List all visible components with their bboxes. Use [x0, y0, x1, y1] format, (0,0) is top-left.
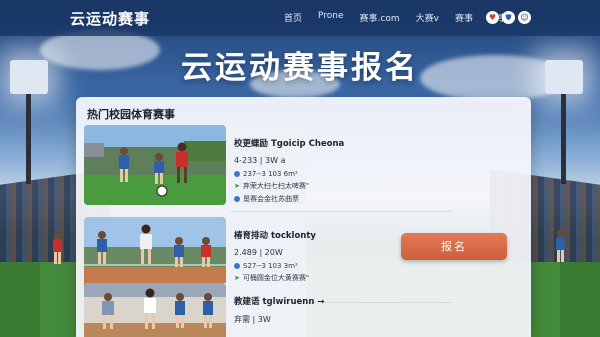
event-card-1[interactable]: 校更蝶励 Tgoicip Cheona 4-233 | 3W a 237--3 …: [84, 125, 344, 205]
event-date: 4-233 | 3W a: [234, 156, 286, 165]
event-extra: 垦赛会金社苏曲票: [234, 194, 374, 204]
event-name: 校更蝶励 Tgoicip Cheona: [234, 139, 345, 149]
event-card-3[interactable]: 教建语 tglwiruenn → 弃需 | 3W: [84, 283, 325, 337]
hero-title: 云运动赛事报名: [181, 50, 419, 86]
nav-link-contest[interactable]: 大赛v: [416, 11, 439, 24]
event-date: 弃需 | 3W: [234, 315, 271, 324]
nav-link-prone[interactable]: Prone: [318, 11, 344, 24]
event-name: 教建语 tglwiruenn →: [234, 297, 325, 307]
event-image-basketball: [84, 283, 226, 337]
event-info-3: 教建语 tglwiruenn → 弃需 | 3W: [234, 295, 374, 325]
event-info-2: 椿育排动 tocklonty 2.489 | 20W S27--3 103 3m…: [234, 229, 374, 283]
location-icon: [234, 171, 240, 177]
arrow-right-icon[interactable]: →: [317, 297, 324, 307]
arrow-icon: ➤: [234, 182, 240, 190]
event-location: S27--3 103 3m²: [234, 262, 374, 270]
panel-title: 热门校园体育赛事: [87, 108, 175, 121]
heart-icon[interactable]: ♥: [486, 11, 499, 24]
event-date: 2.489 | 20W: [234, 248, 283, 257]
info-icon: [234, 196, 240, 202]
location-icon: [234, 263, 240, 269]
event-image-soccer: [84, 125, 226, 205]
events-panel: 热门校园体育赛事 校更蝶励 Tgoicip Cheona 4-233 | 3W …: [76, 97, 531, 337]
top-nav: 云运动赛事 首页 Prone 赛事.com 大赛v 赛事 赛事 ♥ ⛊ ☺: [0, 0, 600, 36]
nav-link-home[interactable]: 首页: [284, 11, 302, 24]
arrow-icon: ➤: [234, 274, 240, 282]
user-icon[interactable]: ☺: [518, 11, 531, 24]
event-info-1: 校更蝶励 Tgoicip Cheona 4-233 | 3W a 237--3 …: [234, 137, 374, 204]
brand-logo[interactable]: 云运动赛事: [70, 8, 150, 29]
event-note: ➤ 可桶圆金位大黄赛赛": [234, 274, 310, 282]
nav-link-events-com[interactable]: 赛事.com: [360, 11, 400, 24]
event-location: 237--3 103 6m²: [234, 170, 374, 178]
shield-icon[interactable]: ⛊: [502, 11, 515, 24]
event-note: ➤ 弃荣大扫七扫太啤赛": [234, 182, 310, 190]
event-name: 椿育排动 tocklonty: [234, 231, 316, 241]
nav-link-events[interactable]: 赛事: [455, 11, 473, 24]
nav-icons: ♥ ⛊ ☺: [486, 11, 531, 24]
signup-button[interactable]: 报名: [401, 233, 507, 260]
divider: [230, 211, 452, 212]
